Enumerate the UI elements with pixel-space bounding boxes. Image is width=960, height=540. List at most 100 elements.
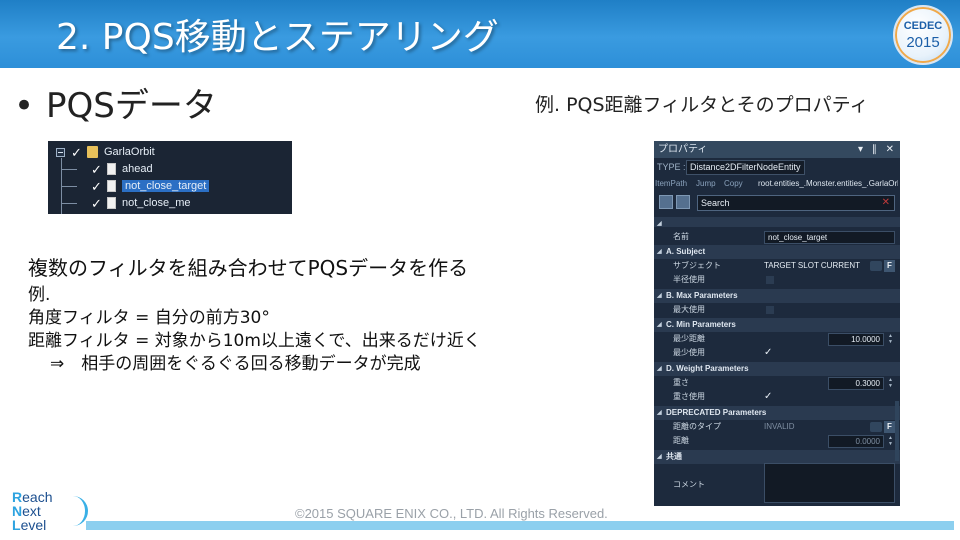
document-icon: [107, 180, 116, 192]
checkbox-checked-icon[interactable]: ✓: [90, 163, 103, 176]
body-line: ⇒ 相手の周囲をぐるぐる回る移動データが完成: [50, 354, 421, 374]
pqs-tree-panel: ✓ GarlaOrbit ✓ ahead ✓ not_close_target …: [48, 141, 292, 214]
footer-bar: [86, 521, 954, 530]
prop-row-subject: サブジェクト TARGET SLOT CURRENT F: [654, 259, 900, 273]
search-input[interactable]: Search ✕: [697, 195, 895, 211]
jump-button[interactable]: Jump: [696, 176, 716, 191]
dist-type-toggle[interactable]: [870, 422, 882, 432]
checkbox-checked-icon[interactable]: ✓: [90, 180, 103, 193]
prop-key: サブジェクト: [673, 261, 721, 270]
tree-item-not-close-me[interactable]: ✓ not_close_me: [90, 195, 191, 211]
type-label: TYPE :: [657, 162, 686, 172]
checkbox-unchecked[interactable]: [766, 306, 774, 314]
collapse-triangle-icon: ◢: [657, 221, 662, 227]
logo-word: Reach: [12, 489, 53, 505]
tree-item-ahead[interactable]: ✓ ahead: [90, 161, 153, 177]
prop-row-max-use: 最大使用: [654, 303, 900, 317]
sort-icon[interactable]: [676, 195, 690, 209]
section-c-min[interactable]: ◢ C. Min Parameters: [654, 318, 900, 332]
spinner-icon[interactable]: ▲ ▼: [886, 333, 895, 346]
spinner-icon[interactable]: ▲ ▼: [886, 435, 895, 448]
checkbox-unchecked[interactable]: [766, 276, 774, 284]
section-label: C. Min Parameters: [666, 320, 736, 329]
slide-title: 2. PQS移動とステアリング: [56, 17, 499, 58]
section-a-subject[interactable]: ◢ A. Subject: [654, 245, 900, 259]
folder-icon: [87, 146, 98, 158]
prop-key: 最大使用: [673, 305, 705, 314]
min-dist-field[interactable]: 10.0000: [828, 333, 884, 346]
categorize-icon[interactable]: [659, 195, 673, 209]
copy-button[interactable]: Copy: [724, 176, 743, 191]
collapse-toggle-icon[interactable]: [56, 148, 65, 157]
badge-line2: 2015: [906, 34, 940, 51]
section-b-max[interactable]: ◢ B. Max Parameters: [654, 289, 900, 303]
dist-field[interactable]: 0.0000: [828, 435, 884, 448]
tree-connector: [61, 169, 77, 170]
panel-scrollbar[interactable]: [895, 401, 899, 461]
body-line: 距離フィルタ = 対象から10m以上遠くで、出来るだけ近く: [28, 331, 481, 351]
checkbox-checked-icon[interactable]: ✓: [764, 346, 772, 360]
spinner-icon[interactable]: ▲ ▼: [886, 377, 895, 390]
section-header-top[interactable]: ◢: [654, 217, 900, 227]
tree-item-root[interactable]: ✓ GarlaOrbit: [70, 144, 155, 160]
tree-connector: [61, 186, 77, 187]
prop-row-name: 名前 not_close_target: [654, 230, 900, 244]
section-label: D. Weight Parameters: [666, 364, 749, 373]
prop-row-comment: コメント: [654, 461, 900, 506]
search-placeholder: Search: [701, 198, 730, 208]
prop-key: 重さ使用: [673, 392, 705, 401]
tree-item-label: not_close_me: [122, 197, 191, 209]
tree-item-label: GarlaOrbit: [104, 146, 155, 158]
bullet-text: PQSデータ: [46, 86, 217, 126]
prop-key: 距離: [673, 436, 689, 445]
subject-value[interactable]: TARGET SLOT CURRENT: [764, 259, 860, 273]
example-caption: 例. PQS距離フィルタとそのプロパティ: [535, 94, 869, 116]
prop-key: 半径使用: [673, 275, 705, 284]
section-label: DEPRECATED Parameters: [666, 408, 767, 417]
weight-field[interactable]: 0.3000: [828, 377, 884, 390]
logo-word: Next: [12, 503, 41, 519]
comment-field[interactable]: [764, 463, 895, 503]
reach-next-level-logo: Reach Next Level: [12, 490, 92, 534]
type-value: Distance2DFilterNodeEntity: [686, 160, 805, 175]
tree-item-label-selected: not_close_target: [122, 180, 210, 192]
checkbox-checked-icon[interactable]: ✓: [90, 197, 103, 210]
checkbox-checked-icon[interactable]: ✓: [764, 390, 772, 404]
prop-key: 距離のタイプ: [673, 422, 721, 431]
prop-key: 最少距離: [673, 334, 705, 343]
tree-item-not-close-target[interactable]: ✓ not_close_target: [90, 178, 210, 194]
collapse-triangle-icon: ◢: [657, 366, 662, 372]
logo-word: Level: [12, 517, 47, 533]
document-icon: [107, 197, 116, 209]
f-button[interactable]: F: [884, 260, 895, 272]
body-text: 複数のフィルタを組み合わせてPQSデータを作る 例. 角度フィルタ = 自分の前…: [28, 252, 481, 374]
subject-toggle[interactable]: [870, 261, 882, 271]
f-button[interactable]: F: [884, 421, 895, 433]
panel-window-controls[interactable]: ▾ ∥ ✕: [858, 141, 897, 158]
checkbox-checked-icon[interactable]: ✓: [70, 146, 83, 159]
prop-row-min-dist: 最少距離 10.0000 ▲ ▼: [654, 332, 900, 346]
prop-row-dist: 距離 0.0000 ▲ ▼: [654, 434, 900, 448]
name-field[interactable]: not_close_target: [764, 231, 895, 244]
section-d-weight[interactable]: ◢ D. Weight Parameters: [654, 362, 900, 376]
panel-title: プロパティ: [658, 144, 708, 155]
prop-row-radius-use: 半径使用: [654, 273, 900, 287]
cedec-2015-logo: CEDEC 2015: [893, 5, 953, 65]
prop-row-dist-type: 距離のタイプ INVALID F: [654, 420, 900, 434]
itempath-label: ItemPath: [655, 179, 688, 188]
collapse-triangle-icon: ◢: [657, 249, 662, 255]
collapse-triangle-icon: ◢: [657, 410, 662, 416]
document-icon: [107, 163, 116, 175]
itempath-row: ItemPath Jump Copy root.entities_.Monste…: [654, 176, 900, 191]
prop-key: 名前: [673, 232, 689, 241]
slide: 2. PQS移動とステアリング CEDEC 2015 • PQSデータ 例. PQ…: [0, 0, 960, 540]
prop-key: 重さ: [673, 378, 689, 387]
collapse-triangle-icon: ◢: [657, 293, 662, 299]
dist-type-value[interactable]: INVALID: [764, 420, 795, 434]
prop-row-min-use: 最少使用 ✓: [654, 346, 900, 360]
copyright-text: ©2015 SQUARE ENIX CO., LTD. All Rights R…: [295, 506, 608, 521]
section-deprecated[interactable]: ◢ DEPRECATED Parameters: [654, 406, 900, 420]
clear-search-icon[interactable]: ✕: [882, 196, 890, 210]
section-label: B. Max Parameters: [666, 291, 738, 300]
section-label: A. Subject: [666, 247, 706, 256]
